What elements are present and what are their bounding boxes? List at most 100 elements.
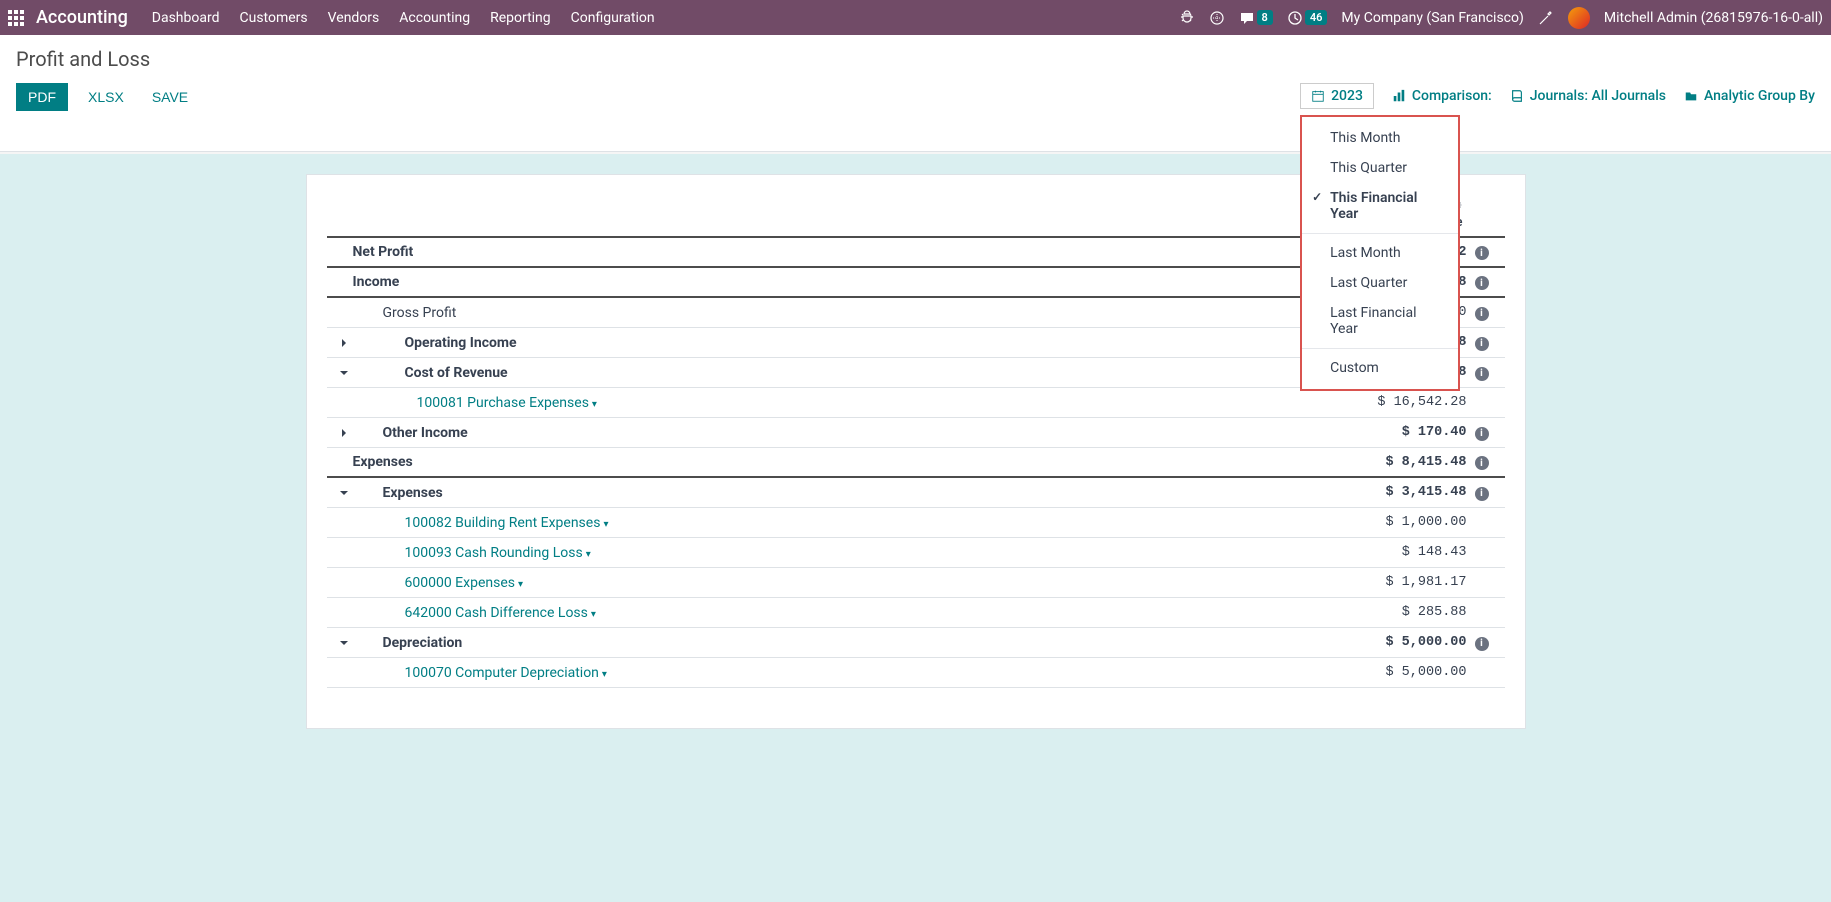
info-icon[interactable]: i — [1475, 456, 1489, 470]
date-option-last-month[interactable]: Last Month — [1302, 238, 1458, 268]
nav-accounting[interactable]: Accounting — [399, 10, 470, 26]
row-label[interactable]: 100093 Cash Rounding Loss▾ — [353, 545, 1307, 561]
row-value: $ 5,000.00 — [1307, 635, 1467, 650]
chevron-down-icon[interactable]: ▾ — [592, 399, 597, 410]
nav-vendors[interactable]: Vendors — [328, 10, 380, 26]
row-label: Other Income — [353, 425, 1307, 441]
nav-customers[interactable]: Customers — [240, 10, 308, 26]
row-label[interactable]: 100070 Computer Depreciation▾ — [353, 665, 1307, 681]
row-label: Gross Profit — [353, 305, 1307, 321]
date-option-last-quarter[interactable]: Last Quarter — [1302, 268, 1458, 298]
report-row: 642000 Cash Difference Loss▾$ 285.88 — [327, 598, 1505, 628]
report-row: 100082 Building Rent Expenses▾$ 1,000.00 — [327, 508, 1505, 538]
chevron-down-icon[interactable]: ▾ — [602, 669, 607, 680]
support-icon[interactable] — [1209, 10, 1225, 26]
messages-icon[interactable]: 8 — [1239, 10, 1273, 26]
caret-right-icon[interactable] — [335, 429, 353, 437]
top-nav: Accounting Dashboard Customers Vendors A… — [0, 0, 1831, 35]
analytic-filter[interactable]: Analytic Group By — [1684, 88, 1815, 104]
comparison-label: Comparison: — [1412, 88, 1492, 104]
date-filter-button[interactable]: 2023 — [1300, 83, 1374, 109]
report-area: 2023 Balance Net Profit$ 108,852.32iInco… — [0, 154, 1831, 902]
chevron-down-icon[interactable]: ▾ — [586, 549, 591, 560]
company-switcher[interactable]: My Company (San Francisco) — [1341, 10, 1523, 26]
activities-badge: 46 — [1305, 10, 1328, 25]
report-row: 100081 Purchase Expenses▾$ 16,542.28 — [327, 388, 1505, 418]
row-value: $ 5,000.00 — [1307, 665, 1467, 680]
row-label: Net Profit — [353, 244, 1307, 260]
caret-right-icon[interactable] — [335, 339, 353, 347]
comparison-filter[interactable]: Comparison: — [1392, 88, 1492, 104]
info-icon[interactable]: i — [1475, 427, 1489, 441]
row-label: Income — [353, 274, 1307, 290]
info-icon[interactable]: i — [1475, 367, 1489, 381]
info-icon[interactable]: i — [1475, 337, 1489, 351]
nav-reporting[interactable]: Reporting — [490, 10, 551, 26]
dropdown-divider — [1302, 348, 1458, 349]
info-cell: i — [1467, 304, 1497, 321]
avatar[interactable] — [1568, 7, 1590, 29]
nav-menu: Dashboard Customers Vendors Accounting R… — [152, 10, 1179, 26]
info-cell: i — [1467, 484, 1497, 501]
dropdown-divider — [1302, 233, 1458, 234]
caret-down-icon[interactable] — [335, 369, 353, 377]
book-icon — [1510, 89, 1524, 103]
nav-configuration[interactable]: Configuration — [571, 10, 655, 26]
row-value: $ 170.40 — [1307, 425, 1467, 440]
apps-icon[interactable] — [8, 10, 24, 26]
report-row: Expenses$ 3,415.48 i — [327, 478, 1505, 508]
chevron-down-icon[interactable]: ▾ — [603, 519, 608, 530]
row-label: Expenses — [353, 485, 1307, 501]
date-option-this-financial-year[interactable]: This Financial Year — [1302, 183, 1458, 229]
row-label[interactable]: 642000 Cash Difference Loss▾ — [353, 605, 1307, 621]
date-option-this-quarter[interactable]: This Quarter — [1302, 153, 1458, 183]
row-value: $ 1,000.00 — [1307, 515, 1467, 530]
row-value: $ 1,981.17 — [1307, 575, 1467, 590]
report-row: Expenses$ 8,415.48i — [327, 448, 1505, 478]
nav-dashboard[interactable]: Dashboard — [152, 10, 220, 26]
row-value: $ 148.43 — [1307, 545, 1467, 560]
info-cell: i — [1467, 634, 1497, 651]
pdf-button[interactable]: PDF — [16, 83, 68, 111]
date-dropdown: This Month This Quarter This Financial Y… — [1300, 115, 1460, 391]
row-value: $ 285.88 — [1307, 605, 1467, 620]
app-name[interactable]: Accounting — [36, 7, 128, 28]
date-option-last-financial-year[interactable]: Last Financial Year — [1302, 298, 1458, 344]
cp-right: 2023 This Month This Quarter This Financ… — [1300, 83, 1815, 135]
activities-icon[interactable]: 46 — [1287, 10, 1328, 26]
messages-badge: 8 — [1257, 10, 1273, 25]
caret-down-icon[interactable] — [335, 489, 353, 497]
report-row: Other Income$ 170.40 i — [327, 418, 1505, 448]
info-cell: i — [1467, 454, 1497, 471]
bar-chart-icon — [1392, 89, 1406, 103]
report-row: Depreciation$ 5,000.00 i — [327, 628, 1505, 658]
date-option-custom[interactable]: Custom — [1302, 353, 1458, 383]
row-label: Depreciation — [353, 635, 1307, 651]
info-icon[interactable]: i — [1475, 246, 1489, 260]
calendar-icon — [1311, 89, 1325, 103]
info-icon[interactable]: i — [1475, 487, 1489, 501]
info-icon[interactable]: i — [1475, 307, 1489, 321]
cp-left: PDF XLSX SAVE — [16, 83, 196, 111]
info-icon[interactable]: i — [1475, 276, 1489, 290]
chevron-down-icon[interactable]: ▾ — [518, 579, 523, 590]
row-label[interactable]: 100082 Building Rent Expenses▾ — [353, 515, 1307, 531]
journals-filter[interactable]: Journals: All Journals — [1510, 88, 1666, 104]
row-label[interactable]: 100081 Purchase Expenses▾ — [353, 395, 1307, 411]
tools-icon[interactable] — [1538, 10, 1554, 26]
debug-icon[interactable] — [1179, 10, 1195, 26]
xlsx-button[interactable]: XLSX — [80, 83, 132, 111]
info-cell: i — [1467, 334, 1497, 351]
row-value: $ 16,542.28 — [1307, 395, 1467, 410]
row-label[interactable]: 600000 Expenses▾ — [353, 575, 1307, 591]
user-menu[interactable]: Mitchell Admin (26815976-16-0-all) — [1604, 10, 1823, 26]
date-option-this-month[interactable]: This Month — [1302, 123, 1458, 153]
caret-down-icon[interactable] — [335, 639, 353, 647]
journals-label: Journals: All Journals — [1530, 88, 1666, 104]
page-title: Profit and Loss — [16, 47, 1815, 71]
chevron-down-icon[interactable]: ▾ — [591, 609, 596, 620]
info-icon[interactable]: i — [1475, 637, 1489, 651]
save-button[interactable]: SAVE — [144, 83, 196, 111]
row-value: $ 3,415.48 — [1307, 485, 1467, 500]
row-label: Expenses — [353, 454, 1307, 470]
